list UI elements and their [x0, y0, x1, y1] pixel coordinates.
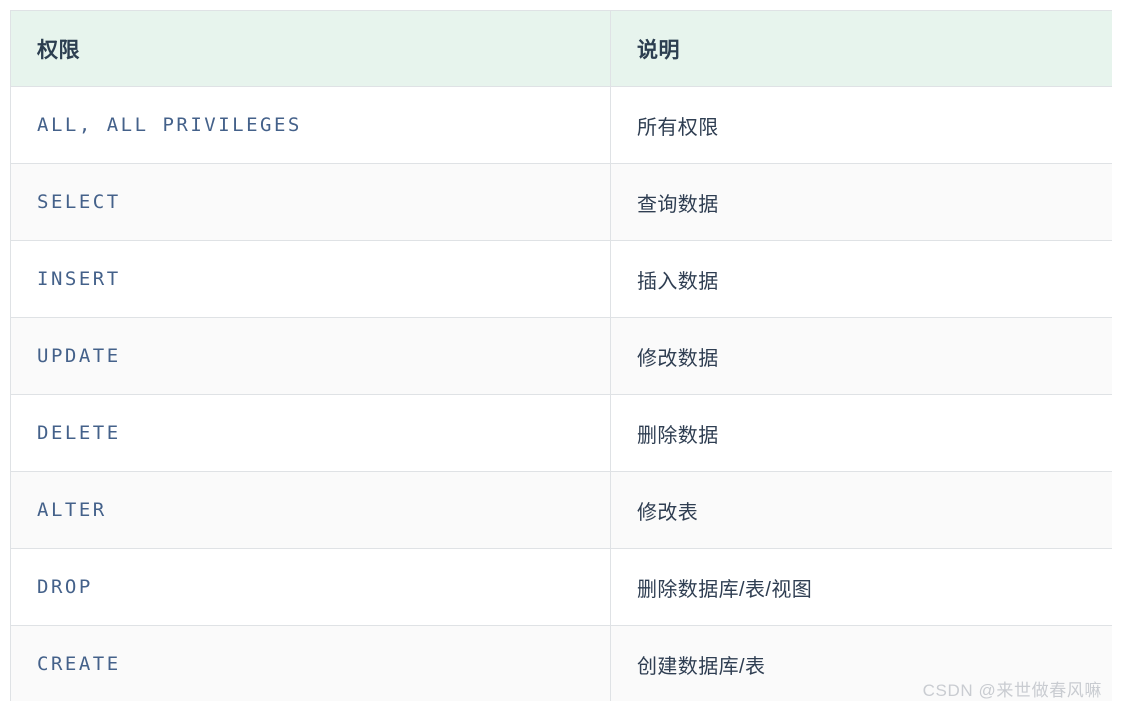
table-row: DROP 删除数据库/表/视图: [10, 548, 1112, 626]
cell-privilege: INSERT: [10, 240, 611, 318]
column-header-privilege: 权限: [10, 10, 611, 87]
cell-privilege: ALL, ALL PRIVILEGES: [10, 86, 611, 164]
table-header-row: 权限 说明: [10, 10, 1112, 87]
permissions-table: 权限 说明 ALL, ALL PRIVILEGES 所有权限 SELECT 查询…: [10, 10, 1112, 701]
table-row: ALTER 修改表: [10, 471, 1112, 549]
table-row: INSERT 插入数据: [10, 240, 1112, 318]
cell-description: 修改数据: [610, 317, 1112, 395]
cell-description: 修改表: [610, 471, 1112, 549]
permissions-table-container: 权限 说明 ALL, ALL PRIVILEGES 所有权限 SELECT 查询…: [10, 10, 1112, 701]
table-row: ALL, ALL PRIVILEGES 所有权限: [10, 86, 1112, 164]
cell-description: 查询数据: [610, 163, 1112, 241]
cell-description: 插入数据: [610, 240, 1112, 318]
column-header-description: 说明: [610, 10, 1112, 87]
table-header: 权限 说明: [10, 10, 1112, 87]
table-row: SELECT 查询数据: [10, 163, 1112, 241]
cell-description: 删除数据: [610, 394, 1112, 472]
table-row: UPDATE 修改数据: [10, 317, 1112, 395]
cell-privilege: SELECT: [10, 163, 611, 241]
table-body: ALL, ALL PRIVILEGES 所有权限 SELECT 查询数据 INS…: [10, 86, 1112, 701]
page-root: { "table": { "columns": [ { "key": "priv…: [0, 0, 1122, 711]
table-row: CREATE 创建数据库/表: [10, 625, 1112, 701]
cell-privilege: DROP: [10, 548, 611, 626]
cell-description: 删除数据库/表/视图: [610, 548, 1112, 626]
cell-privilege: ALTER: [10, 471, 611, 549]
cell-privilege: DELETE: [10, 394, 611, 472]
cell-description: 所有权限: [610, 86, 1112, 164]
table-row: DELETE 删除数据: [10, 394, 1112, 472]
cell-privilege: UPDATE: [10, 317, 611, 395]
cell-privilege: CREATE: [10, 625, 611, 701]
cell-description: 创建数据库/表: [610, 625, 1112, 701]
